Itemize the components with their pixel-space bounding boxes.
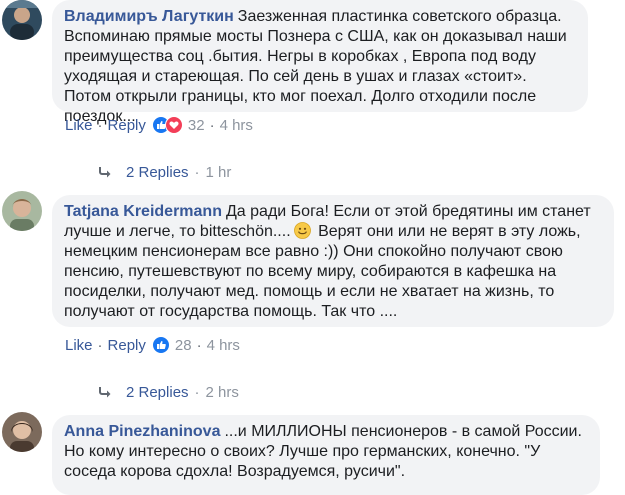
replies-time: 1 hr	[205, 163, 232, 181]
smile-emoji-icon	[293, 222, 311, 239]
separator: ·	[196, 336, 202, 354]
reply-arrow-icon	[98, 166, 112, 178]
like-button[interactable]: Like	[65, 117, 93, 134]
comment-actions: Like · Reply 28 · 4 hrs	[65, 335, 240, 355]
like-reaction-icon	[151, 336, 170, 354]
comment-author[interactable]: Tatjana Kreidermann	[64, 203, 222, 220]
view-replies[interactable]: 2 Replies · 1 hr	[98, 162, 231, 182]
separator: ·	[209, 116, 215, 134]
reaction-count[interactable]: 28	[175, 337, 192, 354]
reply-button[interactable]: Reply	[108, 337, 146, 354]
comment-bubble: Tatjana Kreidermann Да ради Бога! Если от…	[52, 195, 614, 327]
love-reaction-icon	[164, 116, 183, 134]
comment-author[interactable]: Anna Pinezhaninova	[64, 423, 220, 440]
reaction-count[interactable]: 32	[188, 117, 205, 134]
comment-author[interactable]: Владимиръ Лагуткин	[64, 8, 234, 25]
reply-arrow-icon	[98, 386, 112, 398]
comment-bubble: Владимиръ Лагуткин Заезженная пластинка с…	[52, 0, 588, 125]
view-replies[interactable]: 2 Replies · 2 hrs	[98, 382, 239, 402]
avatar[interactable]	[2, 191, 42, 231]
comment-bubble: Anna Pinezhaninova ...и МИЛЛИОНЫ пенсионе…	[52, 415, 600, 495]
replies-time: 2 hrs	[205, 383, 239, 401]
comment-time[interactable]: 4 hrs	[207, 337, 240, 354]
avatar[interactable]	[2, 0, 42, 40]
separator: ·	[194, 163, 200, 181]
comment-text: Заезженная пластинка советского образца.…	[64, 8, 567, 125]
reactions[interactable]: 32	[151, 116, 205, 134]
separator: ·	[97, 116, 103, 134]
replies-link[interactable]: 2 Replies	[126, 384, 189, 401]
reactions[interactable]: 28	[151, 336, 192, 354]
separator: ·	[194, 383, 200, 401]
comment-time[interactable]: 4 hrs	[220, 117, 253, 134]
comment-actions: Like · Reply 32 · 4 hrs	[65, 115, 253, 135]
replies-link[interactable]: 2 Replies	[126, 164, 189, 181]
avatar[interactable]	[2, 412, 42, 452]
separator: ·	[97, 336, 103, 354]
reply-button[interactable]: Reply	[108, 117, 146, 134]
like-button[interactable]: Like	[65, 337, 93, 354]
